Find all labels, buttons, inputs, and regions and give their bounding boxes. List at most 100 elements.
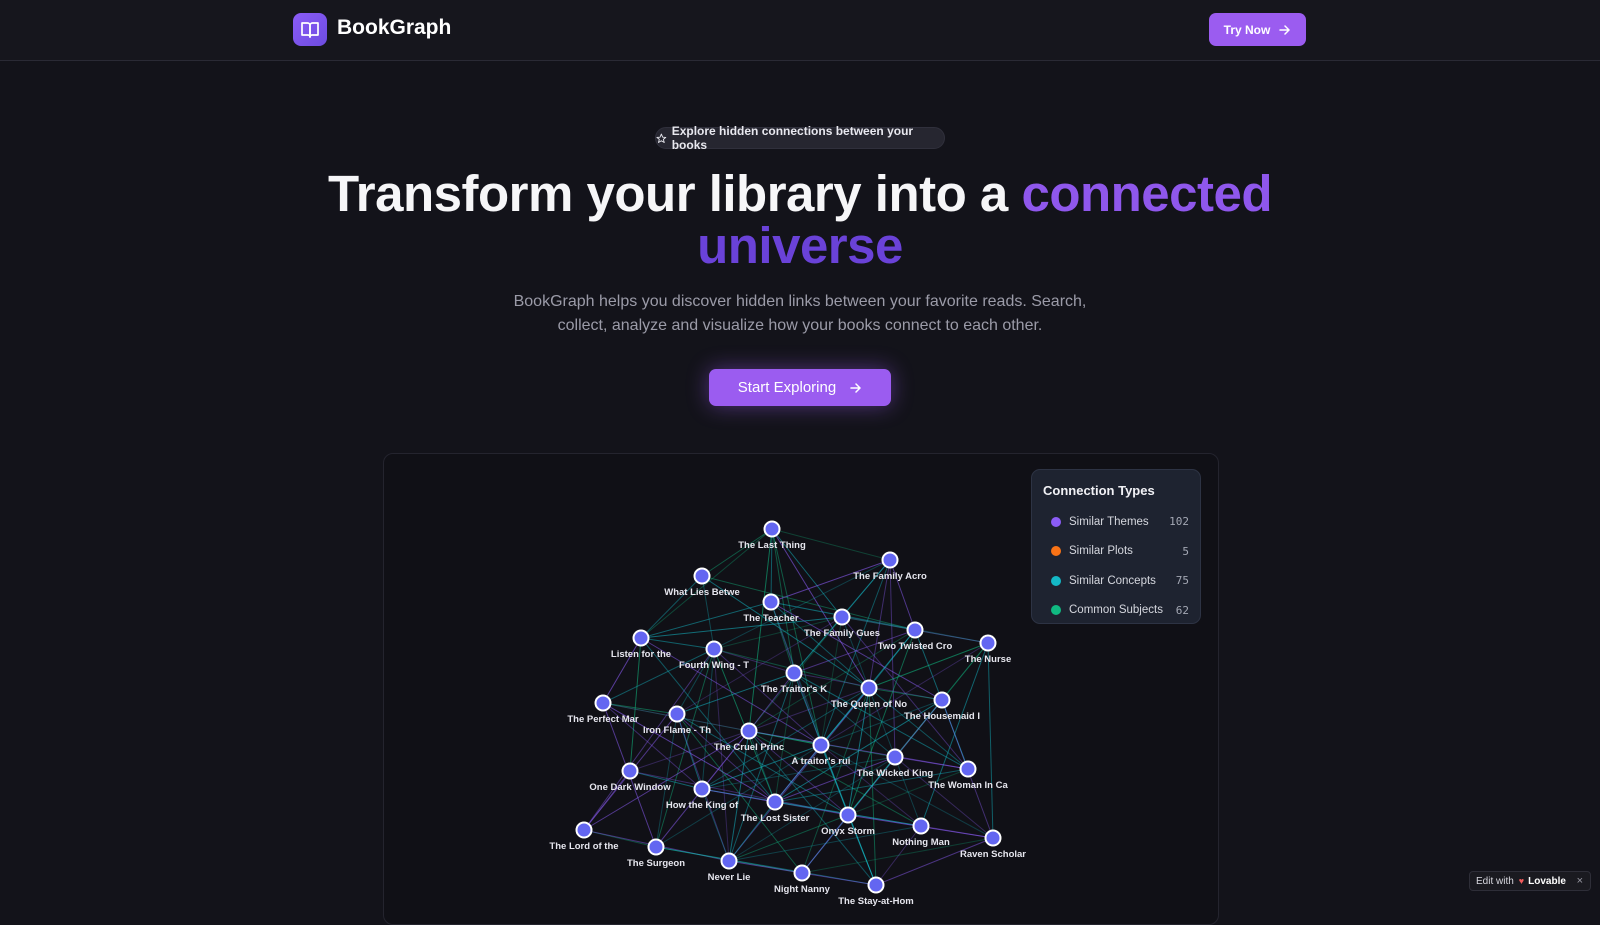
book-node-circle[interactable] — [912, 817, 930, 835]
legend-dot — [1051, 605, 1061, 616]
book-node-circle[interactable] — [693, 567, 711, 585]
graph-panel: The Last Thing The Family Acro What Lies B… — [383, 453, 1219, 925]
legend-item-common-subjects[interactable]: Common Subjects 62 — [1043, 596, 1189, 626]
book-node[interactable]: The Woman In Ca — [928, 760, 1008, 792]
connection-types-legend: Connection Types Similar Themes 102 Simi… — [1031, 469, 1201, 624]
book-node[interactable]: The Queen of No — [831, 679, 907, 711]
book-node-circle[interactable] — [621, 762, 639, 780]
book-node[interactable]: The Wicked King — [857, 748, 934, 780]
book-node-circle[interactable] — [793, 864, 811, 882]
book-node-label: How the King of — [666, 800, 739, 811]
book-node-label: The Wicked King — [857, 768, 934, 779]
book-node-circle[interactable] — [785, 664, 803, 682]
book-node[interactable]: Raven Scholar — [960, 829, 1026, 861]
headline-plain: Transform your library into a — [327, 165, 1022, 222]
book-node[interactable]: How the King of — [666, 780, 739, 812]
book-node-label: The Lord of the — [549, 841, 618, 852]
book-node-circle[interactable] — [933, 691, 951, 709]
book-node-circle[interactable] — [979, 634, 997, 652]
book-node-circle[interactable] — [812, 736, 830, 754]
book-node-circle[interactable] — [766, 793, 784, 811]
try-now-button[interactable]: Try Now — [1209, 13, 1306, 46]
legend-item-similar-plots[interactable]: Similar Plots 5 — [1043, 537, 1189, 567]
book-node-circle[interactable] — [632, 629, 650, 647]
book-node-circle[interactable] — [881, 551, 899, 569]
book-node-label: The Nurse — [965, 654, 1011, 665]
brand-name[interactable]: BookGraph — [337, 16, 451, 40]
book-node-label: What Lies Betwe — [664, 587, 740, 598]
book-node[interactable]: The Last Thing — [738, 520, 806, 552]
book-node-label: Raven Scholar — [960, 849, 1026, 860]
book-node-circle[interactable] — [693, 780, 711, 798]
book-node-circle[interactable] — [647, 838, 665, 856]
legend-label: Similar Plots — [1069, 545, 1133, 558]
book-node-circle[interactable] — [575, 821, 593, 839]
book-node[interactable]: The Perfect Mar — [567, 694, 639, 726]
book-node-circle[interactable] — [763, 520, 781, 538]
lovable-heart-icon: ♥ — [1518, 876, 1525, 886]
legend-label: Common Subjects — [1069, 604, 1163, 617]
graph-edge — [640, 575, 703, 639]
book-node[interactable]: The Stay-at-Hom — [838, 876, 914, 908]
graph-edge — [640, 637, 715, 650]
graph-edge — [771, 528, 870, 689]
book-node[interactable]: What Lies Betwe — [664, 567, 740, 599]
hero-subtitle: BookGraph helps you discover hidden link… — [480, 290, 1120, 338]
book-node-circle[interactable] — [906, 621, 924, 639]
book-node[interactable]: The Family Gues — [804, 608, 880, 640]
close-icon[interactable]: × — [1577, 875, 1583, 887]
book-node-circle[interactable] — [959, 760, 977, 778]
book-node-circle[interactable] — [833, 608, 851, 626]
book-node-label: Never Lie — [708, 872, 751, 883]
lovable-text: Lovable — [1528, 875, 1566, 887]
book-node-circle[interactable] — [762, 593, 780, 611]
book-node-circle[interactable] — [860, 679, 878, 697]
book-node[interactable]: The Lord of the — [549, 821, 619, 853]
edit-with-lovable-badge[interactable]: Edit with ♥ Lovable × — [1469, 871, 1591, 891]
book-node-circle[interactable] — [867, 876, 885, 894]
subtitle-line-2: collect, analyze and visualize how your … — [557, 317, 1043, 334]
book-node-circle[interactable] — [984, 829, 1002, 847]
book-node-label: Night Nanny — [774, 884, 831, 895]
book-node[interactable]: The Traitor's K — [761, 664, 827, 696]
headline-accent-universe: universe — [697, 217, 903, 274]
book-node-circle[interactable] — [594, 694, 612, 712]
book-logo-icon[interactable] — [293, 13, 327, 46]
book-node[interactable]: The Cruel Princ — [714, 722, 784, 754]
graph-edge — [583, 770, 631, 831]
edit-with-text: Edit with — [1476, 875, 1514, 887]
legend-item-similar-themes[interactable]: Similar Themes 102 — [1043, 507, 1189, 537]
book-node-label: The Teacher — [743, 613, 799, 624]
book-node-circle[interactable] — [740, 722, 758, 740]
book-node-circle[interactable] — [720, 852, 738, 870]
book-node[interactable]: Two Twisted Cro — [878, 621, 953, 653]
legend-count: 102 — [1169, 515, 1189, 529]
book-node-label: The Cruel Princ — [714, 742, 784, 753]
book-node-label: The Lost Sister — [741, 813, 810, 824]
arrow-right-icon — [1279, 24, 1291, 35]
book-node-label: The Surgeon — [627, 858, 685, 869]
legend-item-similar-concepts[interactable]: Similar Concepts 75 — [1043, 566, 1189, 596]
start-exploring-button[interactable]: Start Exploring — [709, 369, 891, 406]
book-node-label: Onyx Storm — [821, 826, 875, 837]
book-node[interactable]: The Lost Sister — [741, 793, 810, 825]
headline-accent-connected: connected — [1021, 165, 1273, 222]
graph-edge — [748, 672, 795, 732]
site-header: BookGraph Try Now — [0, 0, 1600, 61]
book-node-label: The Traitor's K — [761, 684, 827, 695]
book-node[interactable]: The Surgeon — [627, 838, 685, 870]
book-node-circle[interactable] — [668, 705, 686, 723]
book-node-circle[interactable] — [839, 806, 857, 824]
book-node[interactable]: The Family Acro — [853, 551, 927, 583]
book-node-label: Iron Flame - Th — [643, 725, 711, 736]
graph-edge — [701, 528, 773, 577]
book-node-label: Fourth Wing - T — [679, 660, 749, 671]
book-node-label: The Housemaid I — [904, 711, 980, 722]
book-node-circle[interactable] — [705, 640, 723, 658]
legend-dot — [1051, 546, 1061, 557]
book-node-circle[interactable] — [886, 748, 904, 766]
open-book-icon — [301, 21, 319, 38]
book-node[interactable]: Listen for the — [611, 629, 671, 661]
legend-label: Similar Themes — [1069, 515, 1149, 528]
legend-dot — [1051, 575, 1061, 586]
